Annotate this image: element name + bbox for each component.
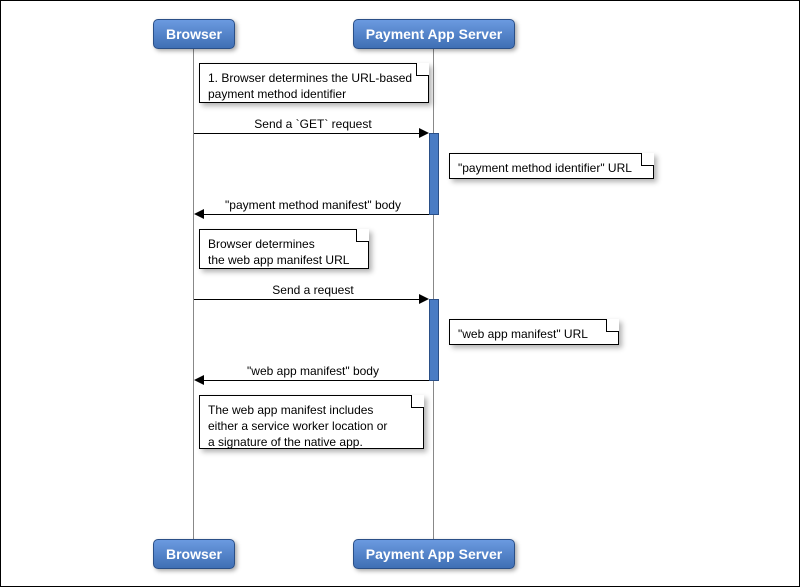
arrow-head-m4	[194, 375, 204, 385]
note-pmi-url: "payment method identifier" URL	[449, 153, 654, 179]
participant-server-top: Payment App Server	[353, 19, 515, 49]
message-send-request: Send a request	[193, 283, 433, 297]
participant-label: Browser	[166, 546, 222, 562]
message-get-request: Send a `GET` request	[193, 117, 433, 131]
participant-label: Browser	[166, 26, 222, 42]
participant-label: Payment App Server	[366, 546, 502, 562]
participant-browser-top: Browser	[153, 19, 235, 49]
arrow-m4	[204, 380, 429, 381]
note-determine-identifier: 1. Browser determines the URL-based paym…	[199, 63, 429, 103]
arrow-head-m1	[419, 128, 429, 138]
arrow-m3	[194, 299, 419, 300]
note-text: Browser determines the web app manifest …	[208, 237, 349, 267]
note-determine-web-manifest-url: Browser determines the web app manifest …	[199, 229, 369, 269]
message-wam-body: "web app manifest" body	[193, 364, 433, 378]
participant-label: Payment App Server	[366, 26, 502, 42]
arrow-head-m2	[194, 209, 204, 219]
note-text: "web app manifest" URL	[458, 327, 588, 341]
note-text: "payment method identifier" URL	[458, 161, 632, 175]
note-wam-url: "web app manifest" URL	[449, 319, 619, 345]
sequence-diagram: Browser Payment App Server 1. Browser de…	[0, 0, 800, 587]
lifeline-server	[433, 49, 434, 539]
note-text: The web app manifest includes either a s…	[208, 403, 387, 449]
arrow-m2	[204, 214, 429, 215]
participant-browser-bottom: Browser	[153, 539, 235, 569]
note-text: 1. Browser determines the URL-based paym…	[208, 71, 412, 101]
arrow-head-m3	[419, 294, 429, 304]
participant-server-bottom: Payment App Server	[353, 539, 515, 569]
note-manifest-contents: The web app manifest includes either a s…	[199, 395, 424, 449]
message-pmm-body: "payment method manifest" body	[193, 198, 433, 212]
arrow-m1	[194, 133, 419, 134]
